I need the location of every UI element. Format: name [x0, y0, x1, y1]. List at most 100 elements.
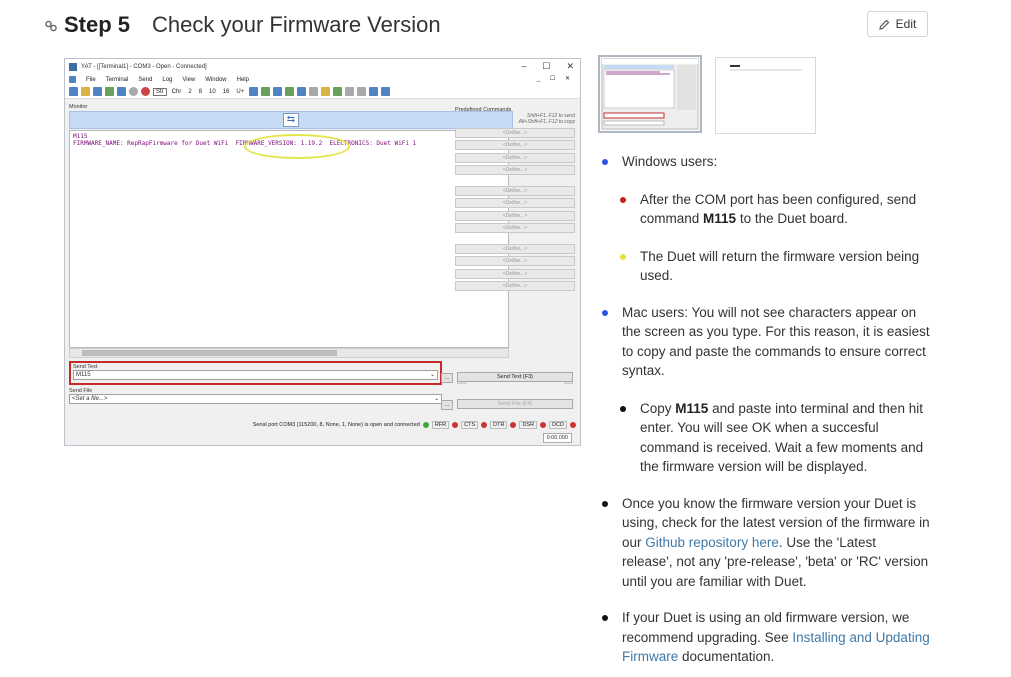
send-text-options-button: … — [441, 373, 453, 383]
elapsed-time: 0:00.000 — [542, 433, 572, 443]
toolbar-icon — [261, 87, 271, 96]
monitor-output: M115 FIRMWARE_NAME: RepRapFirmware for Du… — [69, 130, 509, 348]
toolbar: Str Chr 2 8 10 16 U+ — [65, 85, 580, 99]
link-icon[interactable] — [44, 19, 58, 33]
chevron-down-icon: ⌄ — [433, 396, 439, 402]
maximize-icon: ☐ — [542, 61, 551, 71]
bullet-text: Copy — [640, 400, 676, 416]
list-item: The Duet will return the firmware versio… — [618, 247, 930, 286]
toolbar-icon — [357, 87, 367, 96]
toolbar-icon — [141, 87, 150, 96]
led-icon — [540, 422, 547, 428]
toolbar-icon — [345, 87, 355, 96]
toolbar-icon — [297, 87, 307, 96]
send-file-value: <Set a file...> — [72, 396, 108, 402]
menu-send: Send — [138, 76, 153, 83]
toolbar-icon — [81, 87, 90, 96]
edit-button[interactable]: Edit — [867, 11, 928, 37]
toolbar-icon — [273, 87, 283, 96]
menu-terminal: Terminal — [105, 76, 129, 83]
command-text: M115 — [703, 211, 737, 226]
thumbnail-2[interactable] — [715, 57, 816, 134]
chevron-down-icon: ⌄ — [429, 372, 435, 378]
toolbar-8: 8 — [198, 88, 203, 95]
bullet-icon — [620, 253, 626, 260]
toolbar-2: 2 — [188, 88, 192, 95]
github-repository-link[interactable]: Github repository here — [645, 535, 779, 550]
toolbar-icon — [369, 87, 379, 96]
signal-cts: CTS — [461, 421, 479, 429]
app-icon — [69, 62, 77, 71]
signal-dsr: DSR — [519, 421, 538, 429]
bullet-icon — [620, 405, 626, 412]
define-button: <Define...> — [455, 210, 575, 221]
bullet-icon — [620, 196, 626, 203]
toolbar-icon — [309, 87, 319, 96]
bullet-text: The Duet will return the firmware versio… — [640, 248, 920, 284]
define-button: <Define...> — [455, 127, 575, 138]
close-icon: ✕ — [566, 61, 574, 71]
pencil-icon — [878, 19, 890, 30]
toolbar-icon — [249, 87, 259, 96]
send-text-panel: Send Text M115 ⌄ — [69, 361, 442, 385]
define-button: <Define...> — [455, 223, 575, 233]
window-title: YAT - [[Terminal1] - COM3 - Open - Conne… — [81, 63, 207, 70]
toolbar-icon — [69, 87, 78, 96]
signal-dcd: DCD — [549, 421, 567, 429]
toolbar-icon — [285, 87, 295, 96]
bullet-icon — [602, 159, 608, 165]
thumbnail-1[interactable] — [598, 55, 702, 133]
led-icon — [510, 422, 517, 428]
toolbar-chr: Chr — [171, 88, 182, 95]
step-number: Step 5 — [64, 12, 131, 37]
signal-dtr: DTR — [490, 421, 508, 429]
toolbar-10: 10 — [209, 88, 216, 95]
step-header: Step 5 Check your Firmware Version — [44, 12, 441, 38]
doc-icon — [69, 76, 76, 83]
toolbar-icon — [321, 87, 331, 96]
menu-window: Window — [205, 76, 227, 83]
mdi-controls: _ ☐ ✕ — [536, 76, 574, 82]
bullet-text: documentation. — [678, 649, 775, 664]
window-controls: – ☐ ✕ — [521, 61, 574, 72]
signal-rfr: RFR — [431, 421, 450, 429]
predefined-commands-panel: Predefined Commands Shift+F1..F12 to sen… — [455, 107, 575, 407]
bullet-text: to the Duet board. — [736, 211, 848, 226]
bullet-icon — [602, 615, 608, 621]
led-icon — [570, 422, 576, 428]
list-item: Once you know the firmware version your … — [600, 494, 930, 592]
menubar: File Terminal Send Log View Window Help … — [65, 74, 580, 85]
toolbar-icon — [105, 87, 114, 96]
menu-help: Help — [236, 76, 249, 83]
menu-log: Log — [162, 76, 173, 83]
list-item: If your Duet is using an old firmware ve… — [600, 608, 930, 667]
define-button: <Define...> — [455, 185, 575, 196]
define-button: <Define...> — [455, 256, 575, 266]
list-item: Mac users: You will not see characters a… — [600, 303, 930, 381]
bullet-text: Mac users: You will not see characters a… — [622, 304, 930, 379]
send-text-field: M115 ⌄ — [73, 370, 438, 380]
toolbar-unicode: U+ — [236, 88, 245, 95]
step-title: Check your Firmware Version — [152, 12, 441, 37]
define-button: <Define...> — [455, 140, 575, 150]
toolbar-icon — [333, 87, 343, 96]
toolbar-16: 16 — [222, 88, 230, 95]
thumbnail-preview — [730, 65, 802, 71]
define-button: <Define...> — [455, 152, 575, 163]
send-text-value: M115 — [76, 372, 91, 378]
list-item: Windows users: — [600, 152, 930, 172]
bullet-icon — [602, 309, 608, 316]
list-item: Copy M115 and paste into terminal and th… — [618, 399, 930, 477]
connected-led-icon — [422, 422, 429, 428]
toolbar-icon — [93, 87, 102, 96]
main-screenshot[interactable]: YAT - [[Terminal1] - COM3 - Open - Conne… — [64, 58, 581, 446]
list-item: After the COM port has been configured, … — [618, 190, 930, 229]
define-button: <Define...> — [455, 281, 575, 291]
toolbar-icon — [381, 87, 391, 96]
define-button: <Define...> — [455, 268, 575, 279]
swap-direction-icon: ⇆ — [283, 113, 299, 127]
predefined-hint: Alt+Shift+F1..F12 to copy — [518, 119, 575, 125]
send-file-options-button: … — [441, 400, 453, 410]
menu-view: View — [182, 76, 196, 83]
step-instructions: Windows users: After the COM port has be… — [600, 152, 930, 667]
